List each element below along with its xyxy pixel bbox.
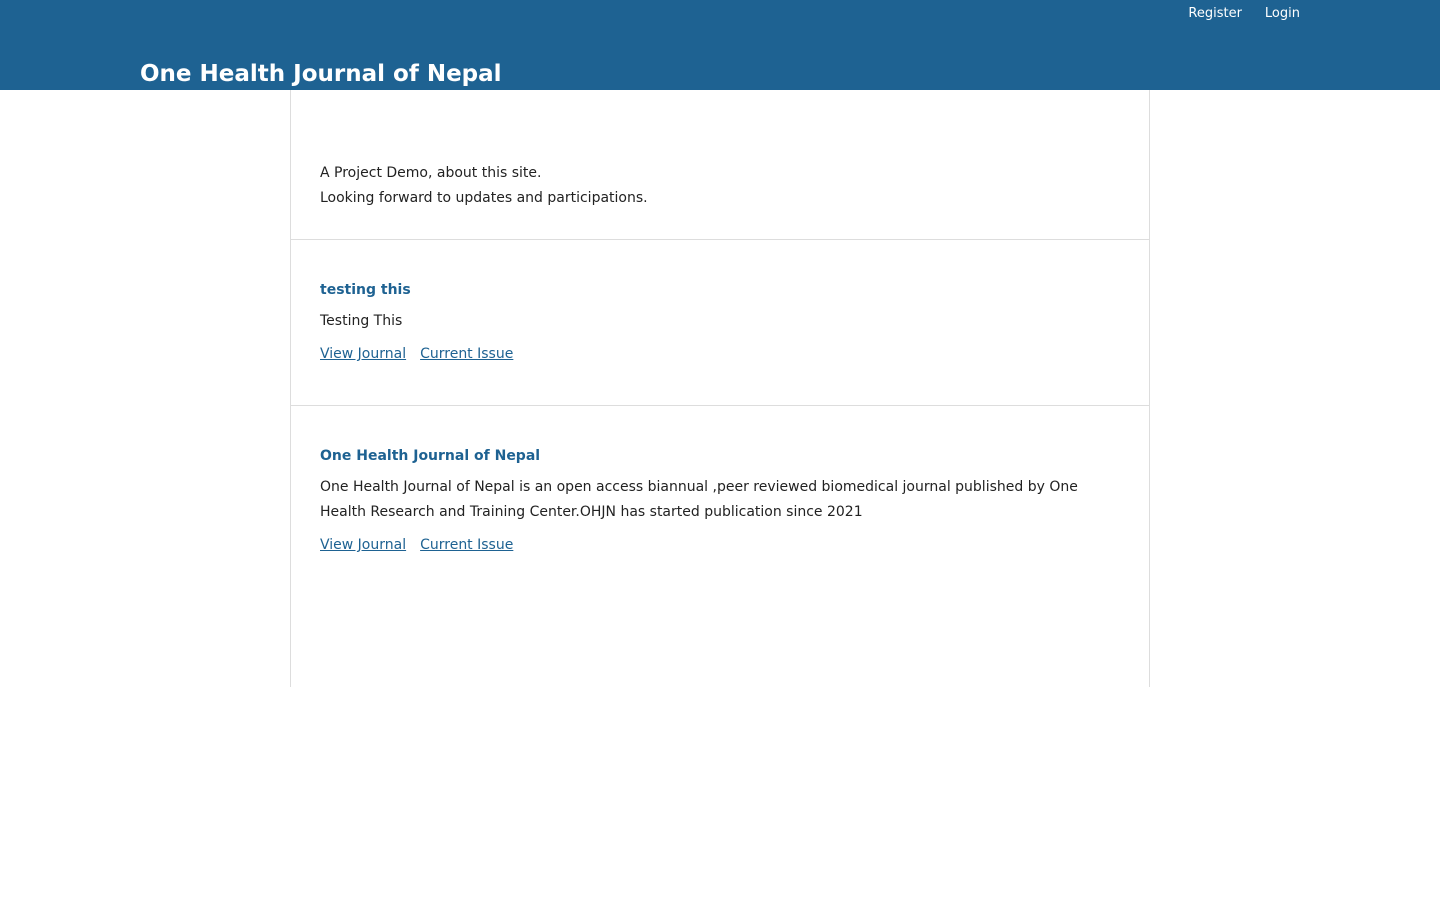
view-journal-link[interactable]: View Journal [320,533,406,558]
about-line-2: Looking forward to updates and participa… [320,190,648,206]
journal-item: One Health Journal of Nepal One Health J… [291,406,1149,558]
login-link[interactable]: Login [1265,6,1300,21]
site-header: Register Login One Health Journal of Nep… [0,0,1440,90]
about-line-1: A Project Demo, about this site. [320,165,542,181]
current-issue-link[interactable]: Current Issue [420,342,513,367]
journal-links: View Journal Current Issue [320,342,1120,367]
journal-title-link[interactable]: testing this [320,282,411,298]
journal-item: testing this Testing This View Journal C… [291,240,1149,406]
journal-title-link[interactable]: One Health Journal of Nepal [320,448,540,464]
journal-title: One Health Journal of Nepal [320,445,1120,467]
site-title[interactable]: One Health Journal of Nepal [140,58,502,90]
journal-links: View Journal Current Issue [320,533,1120,558]
user-nav: Register Login [1188,6,1300,21]
current-issue-link[interactable]: Current Issue [420,533,513,558]
main-content: A Project Demo, about this site. Looking… [290,90,1150,687]
view-journal-link[interactable]: View Journal [320,342,406,367]
journal-description: One Health Journal of Nepal is an open a… [320,479,1078,520]
journal-title: testing this [320,279,1120,301]
about-site: A Project Demo, about this site. Looking… [291,90,1149,240]
register-link[interactable]: Register [1188,6,1242,21]
journal-description: Testing This [320,313,403,329]
